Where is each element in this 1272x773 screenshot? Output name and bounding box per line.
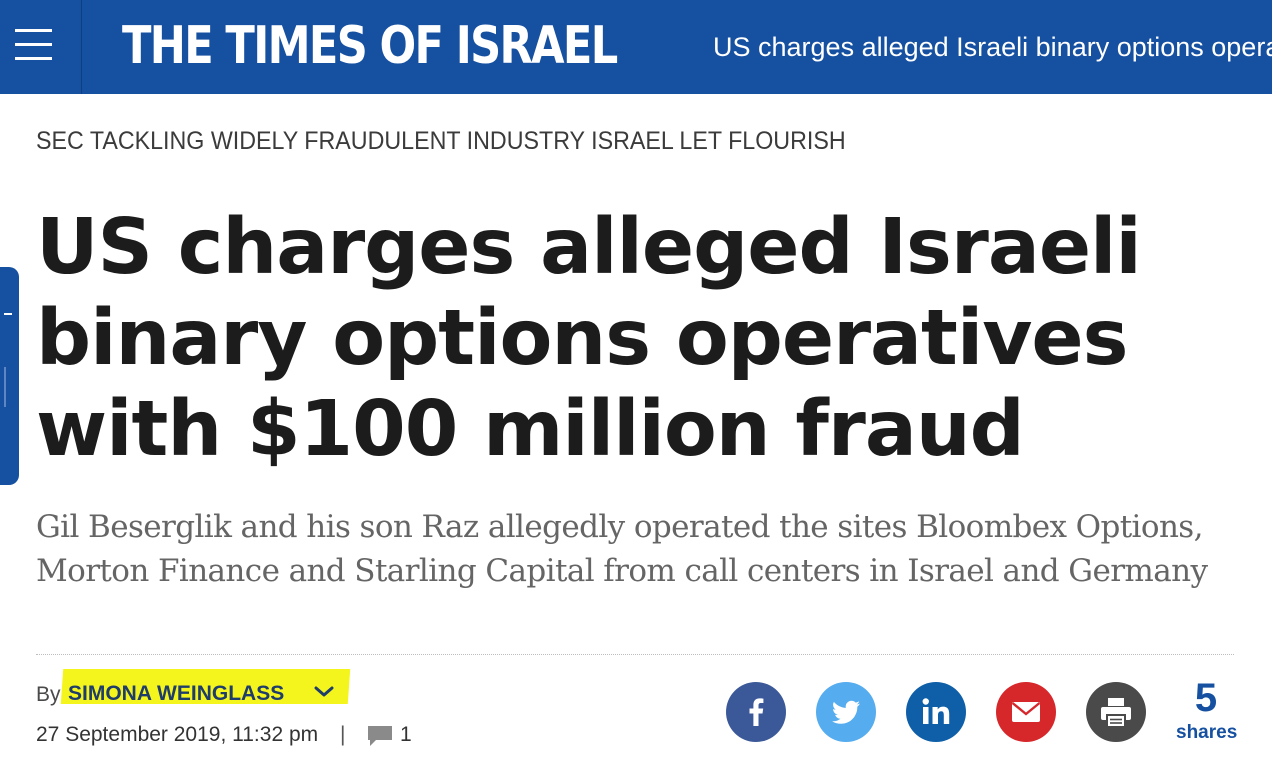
comment-icon[interactable] (367, 725, 393, 747)
site-logo[interactable]: THE TIMES OF ISRAEL (122, 14, 618, 78)
facebook-icon (749, 698, 764, 726)
publish-date: 27 September 2019, 11:32 pm (36, 723, 319, 746)
article-headline: US charges alleged Israeli binary option… (36, 203, 1142, 474)
email-icon (1011, 702, 1041, 722)
menu-button[interactable] (0, 0, 82, 94)
divider (36, 654, 1234, 655)
tab-mark (4, 313, 12, 315)
twitter-icon (832, 700, 860, 724)
article-kicker: SEC TACKLING WIDELY FRAUDULENT INDUSTRY … (36, 127, 846, 155)
menu-icon-bar (15, 29, 52, 32)
email-share-button[interactable] (996, 682, 1056, 742)
facebook-share-button[interactable] (726, 682, 786, 742)
headline-ticker[interactable]: US charges alleged Israeli binary option… (713, 32, 1272, 63)
tab-line (4, 367, 6, 407)
share-label: shares (1176, 722, 1238, 743)
chevron-down-icon[interactable] (314, 684, 334, 698)
menu-icon-bar (15, 57, 52, 60)
menu-icon-bar (15, 43, 52, 46)
share-count: 5 (1194, 676, 1218, 720)
twitter-share-button[interactable] (816, 682, 876, 742)
byline-prefix: By (36, 683, 61, 706)
article-subtitle: Gil Beserglik and his son Raz allegedly … (36, 509, 1208, 589)
linkedin-share-button[interactable] (906, 682, 966, 742)
comment-count[interactable]: 1 (400, 723, 412, 747)
side-panel-tab[interactable] (0, 267, 19, 485)
site-header: THE TIMES OF ISRAEL US charges alleged I… (0, 0, 1272, 94)
linkedin-icon (922, 698, 950, 724)
print-icon (1101, 698, 1131, 728)
print-share-button[interactable] (1086, 682, 1146, 742)
author-link[interactable]: SIMONA WEINGLASS (68, 682, 284, 706)
meta-separator: | (340, 723, 346, 746)
